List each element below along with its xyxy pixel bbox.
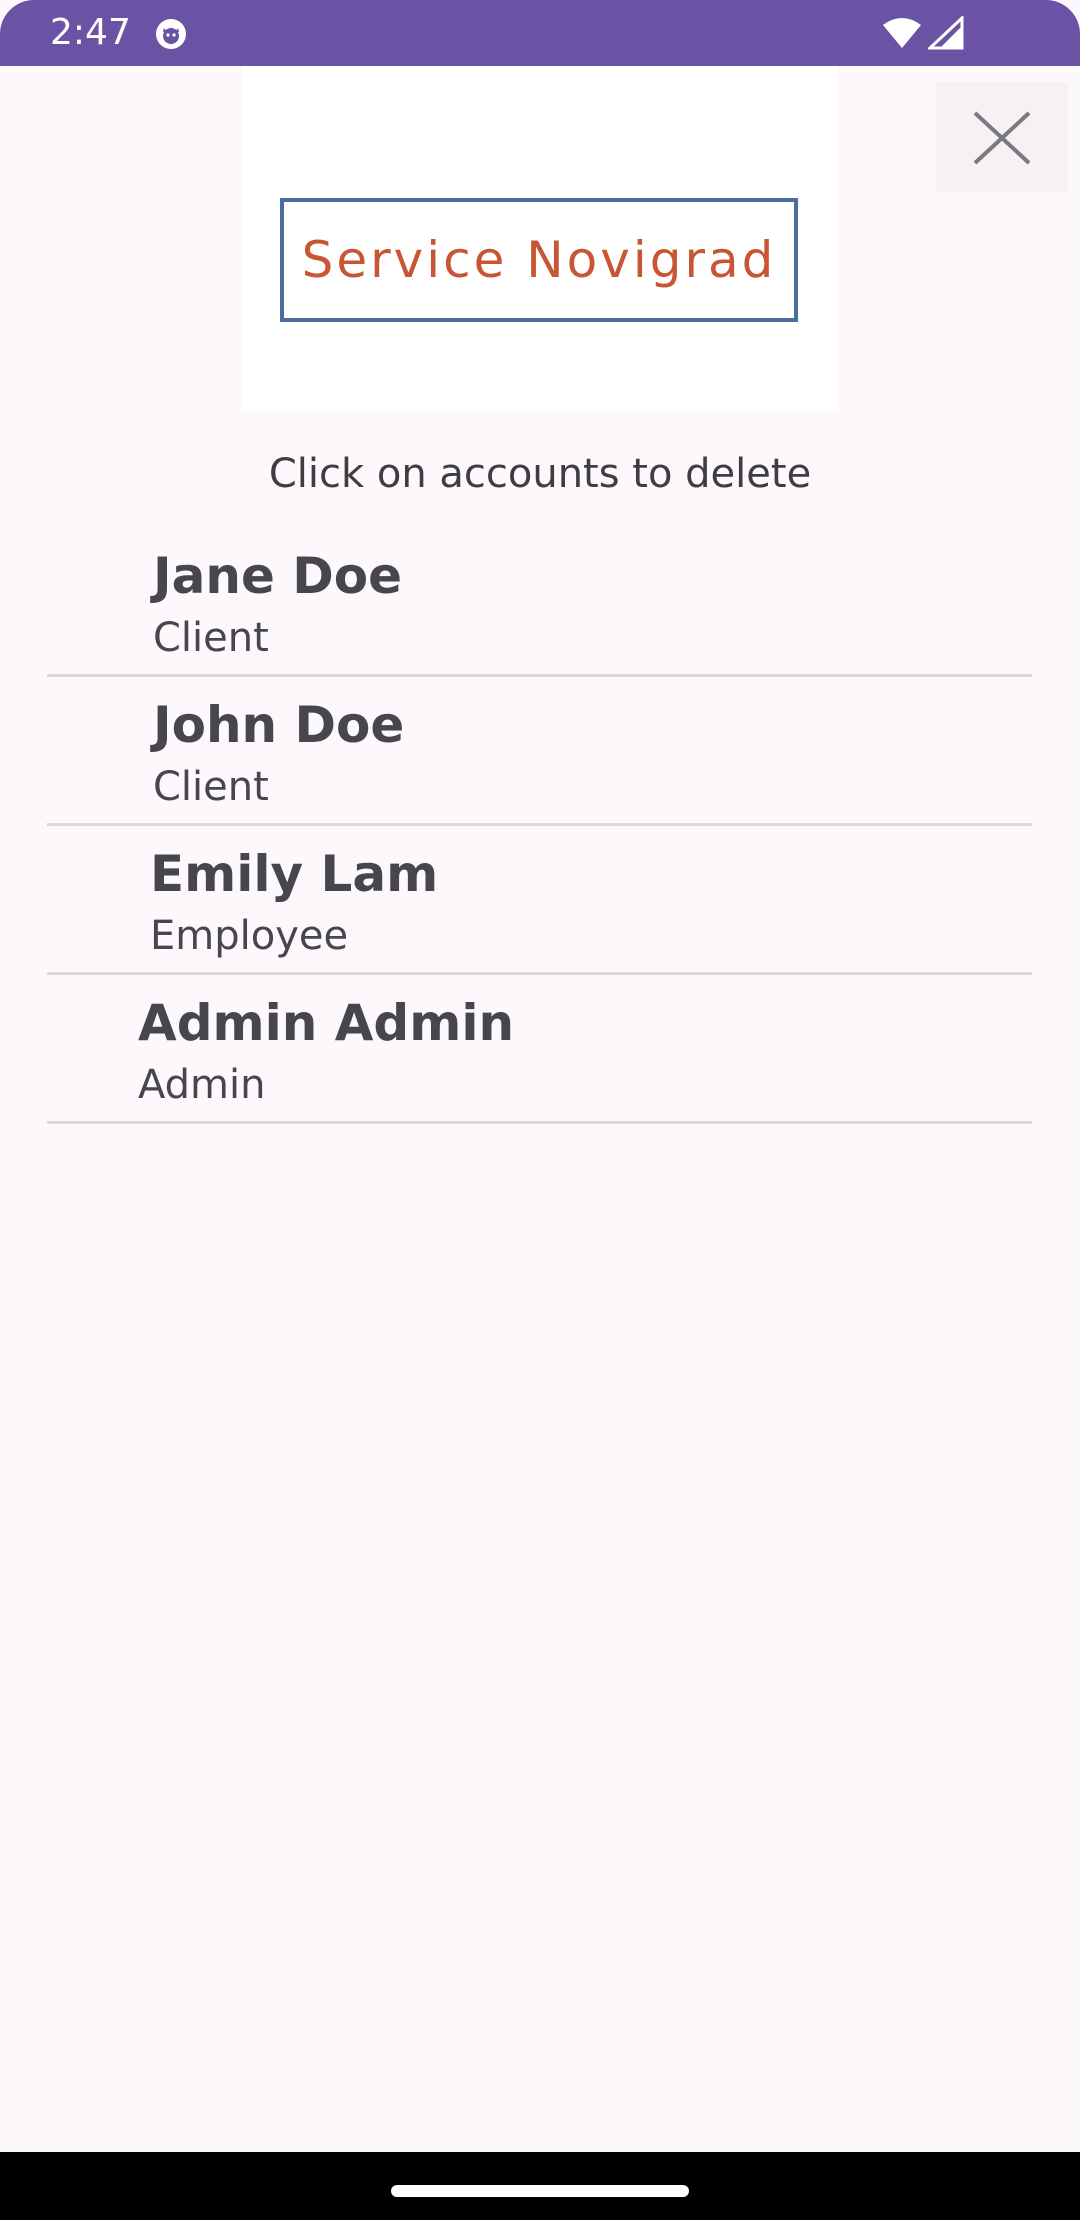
account-role: Client [153, 764, 269, 810]
instruction-text: Click on accounts to delete [268, 451, 812, 497]
cell-signal-icon [928, 16, 964, 50]
app-notification-icon [156, 19, 186, 49]
wifi-icon [883, 18, 921, 48]
home-gesture-handle[interactable] [391, 2185, 689, 2197]
account-list: Jane Doe Client John Doe Client Emily La… [47, 528, 1032, 1124]
account-row[interactable]: Emily Lam Employee [47, 826, 1032, 975]
account-role: Admin [138, 1062, 266, 1108]
account-role: Employee [150, 913, 349, 959]
account-name: Emily Lam [150, 845, 439, 903]
navigation-bar [0, 2152, 1080, 2220]
account-name: Admin Admin [138, 994, 515, 1052]
logo-panel: Service Novigrad [242, 66, 838, 411]
close-icon [973, 111, 1031, 165]
account-row[interactable]: Admin Admin Admin [47, 975, 1032, 1124]
close-button[interactable] [936, 82, 1068, 192]
status-bar: 2:47 [0, 0, 1080, 66]
logo-text: Service Novigrad [301, 231, 777, 289]
account-row[interactable]: Jane Doe Client [47, 528, 1032, 677]
account-name: Jane Doe [153, 547, 403, 605]
account-name: John Doe [153, 696, 405, 754]
account-role: Client [153, 615, 269, 661]
status-time: 2:47 [50, 12, 131, 53]
service-novigrad-logo: Service Novigrad [280, 198, 798, 322]
account-row[interactable]: John Doe Client [47, 677, 1032, 826]
